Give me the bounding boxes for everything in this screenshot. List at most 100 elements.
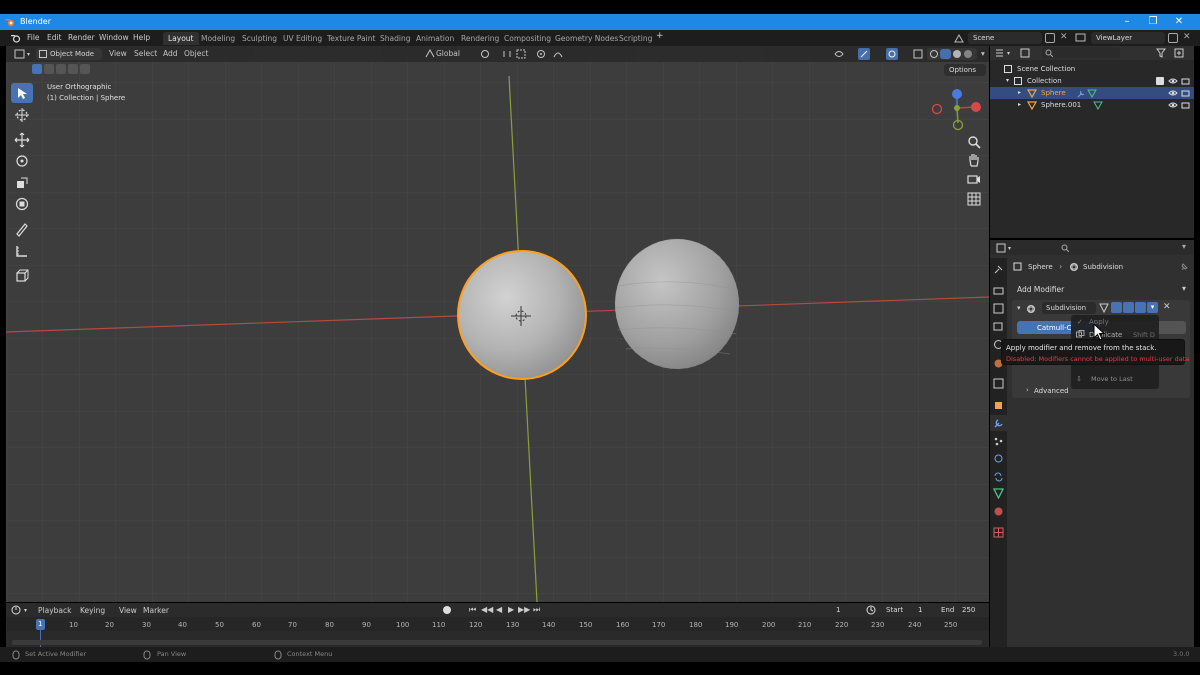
- physics-tab-icon[interactable]: [993, 453, 1004, 464]
- outliner-row-collection[interactable]: ▾ Collection: [990, 75, 1194, 87]
- pin-icon[interactable]: [1179, 262, 1189, 272]
- mode-selector[interactable]: Object Mode: [36, 48, 102, 60]
- eye-icon[interactable]: [1168, 89, 1178, 97]
- proportional-edit-icon[interactable]: [536, 49, 548, 59]
- modifier-tab-icon[interactable]: [993, 418, 1004, 429]
- tab-geometry-nodes[interactable]: Geometry Nodes: [550, 32, 623, 45]
- remove-modifier-icon[interactable]: ✕: [1163, 302, 1171, 312]
- transform-tool[interactable]: [11, 194, 33, 214]
- start-frame-input[interactable]: Start 1: [880, 604, 930, 616]
- menu-move-to-last[interactable]: Move to Last: [1091, 375, 1133, 383]
- rendered-shading-icon[interactable]: [964, 50, 972, 58]
- select-box-tool[interactable]: [11, 83, 33, 103]
- select-intersect-icon[interactable]: [80, 64, 90, 74]
- display-mode-icon[interactable]: [1020, 48, 1036, 58]
- editor-type-icon[interactable]: [14, 48, 32, 60]
- current-frame-input[interactable]: 1: [818, 604, 860, 616]
- realtime-display-icon[interactable]: [1123, 302, 1134, 313]
- camera-render-icon[interactable]: [1181, 89, 1191, 97]
- maximize-icon[interactable]: ❐: [1140, 15, 1166, 29]
- tab-shading[interactable]: Shading: [375, 32, 415, 45]
- texture-tab-icon[interactable]: [993, 527, 1004, 538]
- tool-tab-icon[interactable]: [993, 264, 1004, 275]
- outliner-row-sphere-001[interactable]: ▸ Sphere.001: [990, 99, 1194, 111]
- camera-render-icon[interactable]: [1181, 101, 1191, 109]
- modifier-name-input[interactable]: Subdivision: [1042, 302, 1096, 314]
- render-tab-icon[interactable]: [993, 285, 1004, 296]
- solid-shading-icon[interactable]: [940, 49, 951, 59]
- playhead[interactable]: 1: [36, 619, 45, 630]
- filter-icon[interactable]: [1156, 48, 1170, 58]
- material-shading-icon[interactable]: [953, 50, 961, 58]
- perspective-grid-icon[interactable]: [966, 191, 982, 207]
- menu-help[interactable]: Help: [133, 33, 150, 42]
- eye-icon[interactable]: [1168, 101, 1178, 109]
- tab-modeling[interactable]: Modeling: [196, 32, 240, 45]
- next-keyframe-icon[interactable]: ▶▶: [518, 605, 530, 614]
- cursor-tool[interactable]: [11, 105, 33, 125]
- scene-selector[interactable]: Scene: [968, 32, 1042, 44]
- constraints-tab-icon[interactable]: [993, 471, 1004, 482]
- select-subtract-icon[interactable]: [56, 64, 66, 74]
- new-scene-icon[interactable]: [1045, 33, 1055, 43]
- tab-sculpting[interactable]: Sculpting: [237, 32, 282, 45]
- select-extend-icon[interactable]: [44, 64, 54, 74]
- advanced-arrow-icon[interactable]: ›: [1026, 386, 1029, 394]
- navigation-gizmo[interactable]: [928, 85, 986, 135]
- zoom-icon[interactable]: [966, 134, 982, 150]
- collapse-arrow-icon[interactable]: ▾: [1017, 304, 1021, 312]
- pan-hand-icon[interactable]: [966, 152, 982, 168]
- tab-animation[interactable]: Animation: [411, 32, 459, 45]
- prev-keyframe-icon[interactable]: ◀◀: [481, 605, 493, 614]
- expand-arrow-icon[interactable]: ▸: [1018, 89, 1021, 96]
- minimize-icon[interactable]: –: [1114, 15, 1140, 29]
- new-collection-icon[interactable]: [1174, 48, 1188, 58]
- measure-tool[interactable]: [11, 241, 33, 261]
- advanced-section-label[interactable]: Advanced: [1034, 387, 1069, 395]
- annotate-tool[interactable]: [11, 219, 33, 239]
- shading-options-icon[interactable]: ▾: [981, 49, 985, 58]
- tab-uv-editing[interactable]: UV Editing: [278, 32, 327, 45]
- add-cube-tool[interactable]: [11, 266, 33, 286]
- on-cage-toggle-icon[interactable]: [1111, 302, 1122, 313]
- tab-rendering[interactable]: Rendering: [456, 32, 504, 45]
- properties-search-input[interactable]: [1058, 242, 1134, 253]
- output-tab-icon[interactable]: [993, 303, 1004, 314]
- visibility-icon[interactable]: [834, 49, 846, 59]
- pivot-icon[interactable]: [480, 49, 492, 59]
- tl-menu-playback[interactable]: Playback: [38, 606, 71, 615]
- tab-texture-paint[interactable]: Texture Paint: [322, 32, 380, 45]
- snap-target-icon[interactable]: [516, 49, 528, 59]
- delete-view-layer-icon[interactable]: ✕: [1183, 33, 1193, 43]
- preview-range-clock-icon[interactable]: [866, 605, 877, 616]
- timeline-scrollbar[interactable]: [12, 640, 982, 645]
- camera-render-icon[interactable]: [1181, 77, 1191, 85]
- transform-orientation[interactable]: Global: [436, 49, 460, 58]
- menu-render[interactable]: Render: [68, 33, 95, 42]
- jump-start-icon[interactable]: ⏮: [469, 605, 476, 615]
- tl-menu-marker[interactable]: Marker: [143, 606, 169, 615]
- wireframe-shading-icon[interactable]: [930, 50, 938, 58]
- scale-tool[interactable]: [11, 173, 33, 193]
- particles-tab-icon[interactable]: [993, 436, 1004, 447]
- jump-end-icon[interactable]: ⏭: [533, 605, 540, 615]
- close-icon[interactable]: ✕: [1166, 15, 1192, 29]
- tab-scripting[interactable]: Scripting: [614, 32, 657, 45]
- delete-scene-icon[interactable]: ✕: [1060, 33, 1070, 43]
- material-tab-icon[interactable]: [993, 506, 1004, 517]
- vp-menu-select[interactable]: Select: [134, 49, 157, 58]
- gizmo-toggle-icon[interactable]: [858, 48, 872, 60]
- overlay-toggle-icon[interactable]: [886, 48, 900, 60]
- outliner-editor-type-icon[interactable]: [995, 48, 1013, 58]
- tab-layout[interactable]: Layout: [163, 32, 199, 45]
- options-dropdown[interactable]: Options: [944, 64, 986, 76]
- timeline-editor-type-icon[interactable]: [11, 605, 31, 616]
- expand-arrow-icon[interactable]: ▸: [1018, 101, 1021, 108]
- rotate-tool[interactable]: [11, 151, 33, 171]
- timeline-area[interactable]: 1 10 20 30 40 50 60 70 80 90 100 110 120…: [6, 617, 989, 647]
- outliner-row-scene-collection[interactable]: Scene Collection: [990, 63, 1194, 75]
- view-layer-selector[interactable]: ViewLayer: [1091, 32, 1165, 44]
- menu-file[interactable]: File: [27, 33, 40, 42]
- vp-menu-add[interactable]: Add: [163, 49, 178, 58]
- vp-menu-object[interactable]: Object: [184, 49, 208, 58]
